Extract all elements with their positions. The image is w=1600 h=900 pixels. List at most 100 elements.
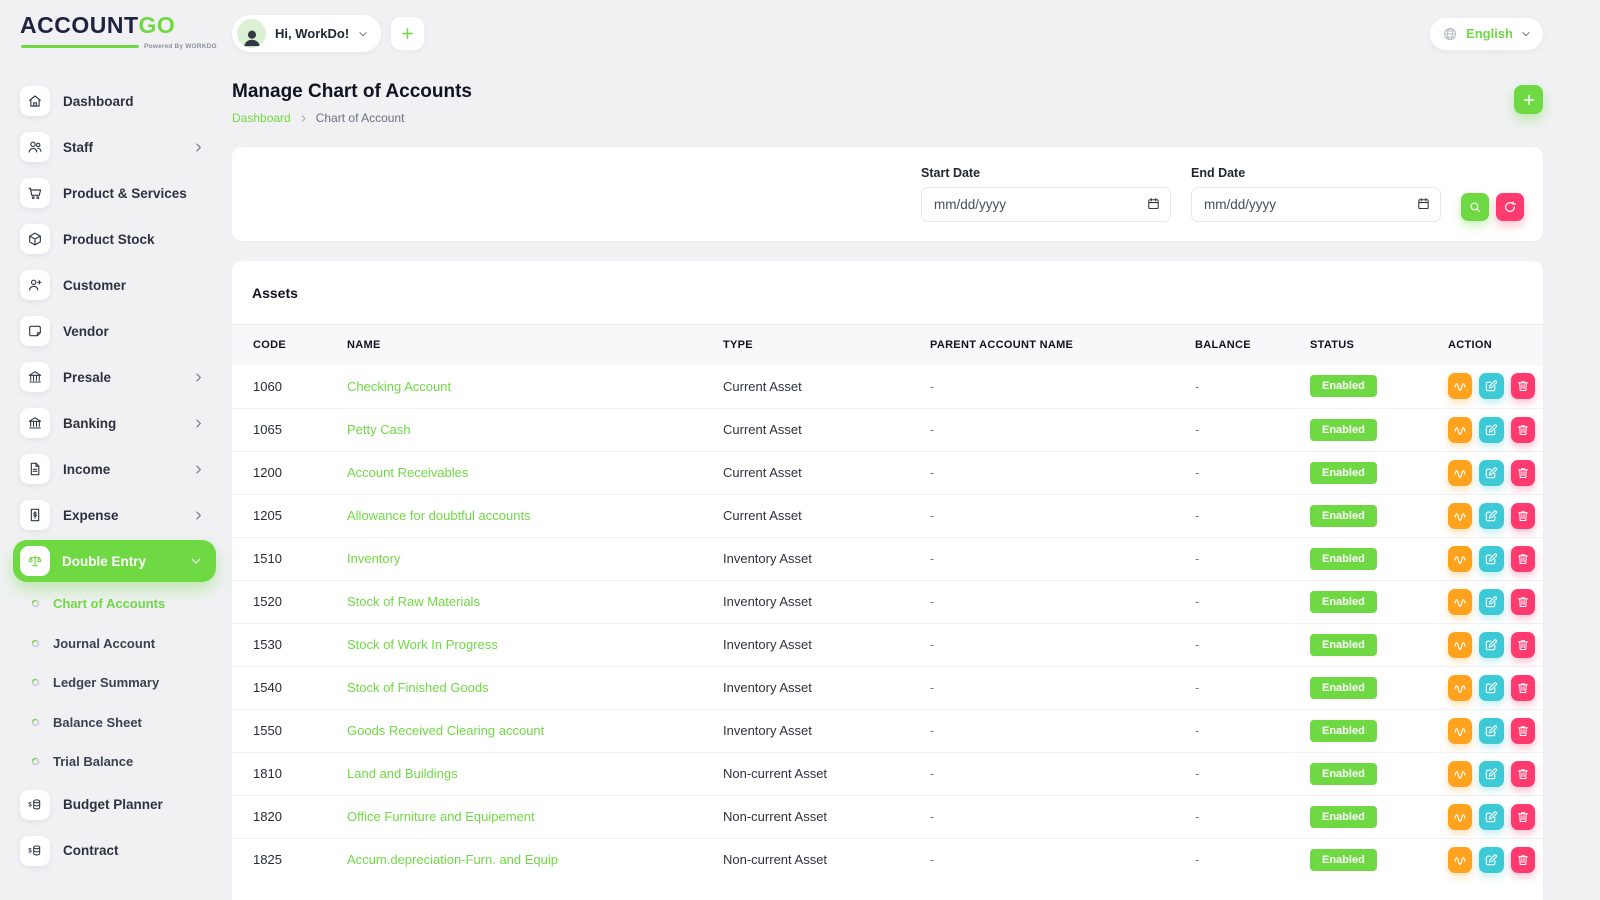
edit-icon [1484,509,1498,523]
delete-button[interactable] [1511,632,1535,658]
account-name-link[interactable]: Accum.depreciation-Furn. and Equip [347,852,558,867]
delete-button[interactable] [1511,417,1535,443]
sidebar-item-presale[interactable]: Presale [20,354,232,400]
apply-filter-button[interactable] [1461,193,1489,221]
reset-filter-button[interactable] [1496,193,1524,221]
transactions-button[interactable] [1448,675,1472,701]
sidebar-subitem-balance-sheet[interactable]: Balance Sheet [20,703,232,743]
account-type: Inventory Asset [702,580,909,623]
edit-button[interactable] [1479,373,1503,399]
edit-button[interactable] [1479,718,1503,744]
transactions-button[interactable] [1448,804,1472,830]
header-add-button[interactable] [391,17,424,50]
trash-icon [1516,595,1530,609]
sidebar-subitem-ledger-summary[interactable]: Ledger Summary [20,663,232,703]
delete-button[interactable] [1511,546,1535,572]
sidebar-item-double-entry[interactable]: Double Entry [13,540,216,582]
edit-button[interactable] [1479,546,1503,572]
edit-button[interactable] [1479,589,1503,615]
sidebar-item-income[interactable]: Income [20,446,232,492]
delete-button[interactable] [1511,460,1535,486]
transactions-button[interactable] [1448,460,1472,486]
column-header-parent: PARENT ACCOUNT NAME [909,325,1174,365]
account-name-link[interactable]: Allowance for doubtful accounts [347,508,531,523]
delete-button[interactable] [1511,804,1535,830]
sidebar-item-staff[interactable]: Staff [20,124,232,170]
table-row: 1550 Goods Received Clearing account Inv… [232,709,1543,752]
transactions-button[interactable] [1448,589,1472,615]
end-date-input[interactable] [1191,187,1441,222]
start-date-label: Start Date [921,166,1171,180]
edit-icon [1484,810,1498,824]
language-selector[interactable]: English [1430,18,1543,50]
transactions-button[interactable] [1448,632,1472,658]
create-account-button[interactable] [1514,85,1543,114]
delete-button[interactable] [1511,675,1535,701]
delete-button[interactable] [1511,718,1535,744]
account-name-link[interactable]: Checking Account [347,379,451,394]
refresh-icon [1503,200,1517,214]
transactions-button[interactable] [1448,546,1472,572]
transactions-button[interactable] [1448,503,1472,529]
sidebar-item-contract[interactable]: Contract [20,828,232,874]
breadcrumb-dashboard-link[interactable]: Dashboard [232,111,291,125]
sidebar-subitem-trial-balance[interactable]: Trial Balance [20,742,232,782]
chevron-down-icon [358,29,368,39]
edit-button[interactable] [1479,460,1503,486]
account-name-link[interactable]: Goods Received Clearing account [347,723,544,738]
plus-icon [1522,93,1536,107]
sidebar-item-dashboard[interactable]: Dashboard [20,78,232,124]
account-name-link[interactable]: Stock of Finished Goods [347,680,489,695]
delete-button[interactable] [1511,503,1535,529]
sidebar-item-product-services[interactable]: Product & Services [20,170,232,216]
transactions-button[interactable] [1448,373,1472,399]
account-balance: - [1174,623,1289,666]
account-type: Current Asset [702,365,909,408]
transactions-button[interactable] [1448,847,1472,873]
edit-button[interactable] [1479,761,1503,787]
sidebar-item-vendor[interactable]: Vendor [20,308,232,354]
account-name-link[interactable]: Inventory [347,551,400,566]
user-menu[interactable]: Hi, WorkDo! [232,15,381,52]
powered-by-label: Powered By WORKDO [144,43,217,50]
account-name-link[interactable]: Office Furniture and Equipement [347,809,535,824]
account-name-link[interactable]: Stock of Raw Materials [347,594,480,609]
globe-icon [1442,26,1458,42]
account-name-link[interactable]: Petty Cash [347,422,411,437]
parent-account-name: - [909,623,1174,666]
table-row: 1825 Accum.depreciation-Furn. and Equip … [232,838,1543,881]
transactions-button[interactable] [1448,417,1472,443]
delete-button[interactable] [1511,589,1535,615]
account-name-link[interactable]: Land and Buildings [347,766,458,781]
wave-icon [1453,552,1467,566]
edit-button[interactable] [1479,847,1503,873]
sidebar-subitem-journal-account[interactable]: Journal Account [20,624,232,664]
parent-account-name: - [909,580,1174,623]
column-header-name: NAME [326,325,702,365]
edit-button[interactable] [1479,804,1503,830]
start-date-input[interactable] [921,187,1171,222]
trash-icon [1516,681,1530,695]
sidebar-item-customer[interactable]: Customer [20,262,232,308]
account-type: Non-current Asset [702,752,909,795]
account-code: 1520 [232,580,326,623]
parent-account-name: - [909,795,1174,838]
account-name-link[interactable]: Account Receivables [347,465,468,480]
coins-icon [20,790,50,820]
edit-button[interactable] [1479,503,1503,529]
edit-button[interactable] [1479,632,1503,658]
brand-logo[interactable]: ACCOUNTGO Powered By WORKDO [20,12,200,58]
edit-button[interactable] [1479,675,1503,701]
delete-button[interactable] [1511,373,1535,399]
sidebar-item-budget-planner[interactable]: Budget Planner [20,782,232,828]
account-name-link[interactable]: Stock of Work In Progress [347,637,498,652]
delete-button[interactable] [1511,761,1535,787]
sidebar-item-product-stock[interactable]: Product Stock [20,216,232,262]
transactions-button[interactable] [1448,761,1472,787]
sidebar-subitem-chart-of-accounts[interactable]: Chart of Accounts [20,584,232,624]
delete-button[interactable] [1511,847,1535,873]
sidebar-item-banking[interactable]: Banking [20,400,232,446]
sidebar-item-expense[interactable]: Expense [20,492,232,538]
transactions-button[interactable] [1448,718,1472,744]
edit-button[interactable] [1479,417,1503,443]
